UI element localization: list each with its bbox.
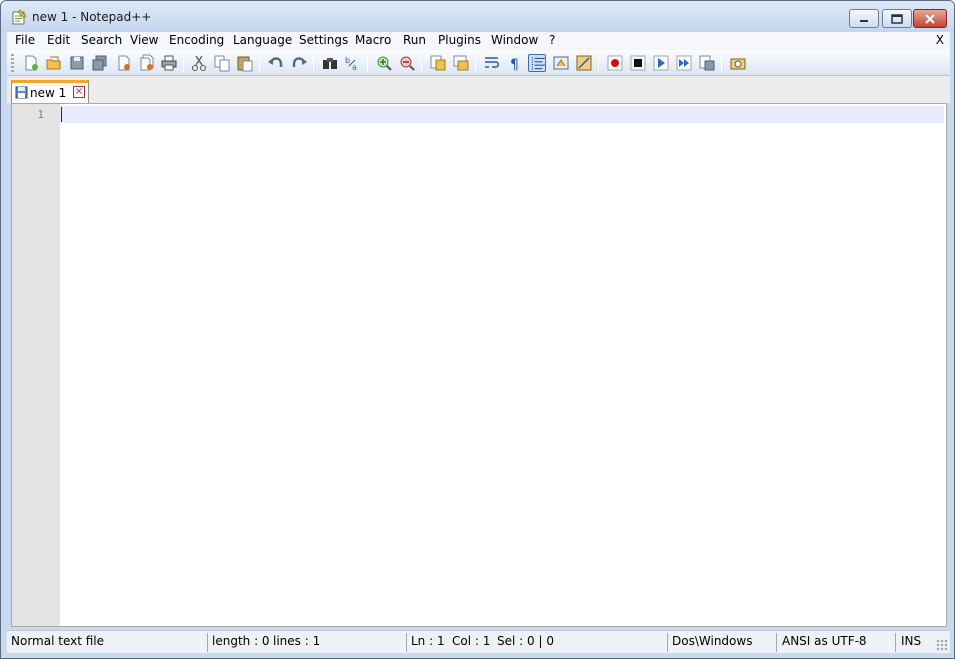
status-file-type: Normal text file	[11, 634, 105, 648]
toolbar: ba ¶	[7, 50, 950, 76]
toolbar-separator	[721, 54, 722, 72]
cut-icon[interactable]	[190, 54, 208, 72]
open-file-icon[interactable]	[45, 54, 63, 72]
close-x-icon	[925, 13, 935, 24]
play-macro-icon[interactable]	[652, 54, 670, 72]
status-insert-mode[interactable]: INS	[901, 634, 921, 648]
status-bar: Normal text file length : 0 lines : 1 Ln…	[7, 630, 950, 653]
paste-icon[interactable]	[236, 54, 254, 72]
window-title: new 1 - Notepad++	[32, 10, 152, 24]
close-document-button[interactable]: X	[936, 33, 944, 47]
menu-macro[interactable]: Macro	[355, 33, 391, 47]
spell-check-icon[interactable]	[729, 54, 747, 72]
toolbar-separator	[367, 54, 368, 72]
current-line-highlight	[60, 106, 944, 123]
menu-encoding[interactable]: Encoding	[169, 33, 224, 47]
toolbar-separator	[598, 54, 599, 72]
save-icon[interactable]	[68, 54, 86, 72]
svg-text:b: b	[345, 56, 350, 65]
status-encoding[interactable]: ANSI as UTF-8	[782, 634, 867, 648]
replace-icon[interactable]: ba	[344, 54, 362, 72]
tab-close-icon[interactable]: ×	[73, 86, 85, 98]
unsaved-file-icon	[15, 86, 28, 99]
toolbar-separator	[475, 54, 476, 72]
status-line: Ln : 1	[411, 634, 445, 648]
title-bar[interactable]: new 1 - Notepad++	[1, 1, 954, 32]
tab-bar: new 1 ×	[7, 76, 950, 103]
status-lines: lines : 1	[273, 634, 321, 648]
new-file-icon[interactable]	[22, 54, 40, 72]
print-icon[interactable]	[160, 54, 178, 72]
minimize-button[interactable]	[849, 9, 879, 28]
stop-macro-icon[interactable]	[629, 54, 647, 72]
user-language-icon[interactable]	[552, 54, 570, 72]
svg-text:¶: ¶	[510, 57, 519, 72]
menu-file[interactable]: File	[15, 33, 35, 47]
menu-view[interactable]: View	[130, 33, 158, 47]
toolbar-grip[interactable]	[11, 54, 14, 72]
resize-grip[interactable]	[936, 639, 948, 651]
window-close-button[interactable]	[913, 9, 947, 28]
text-caret	[61, 107, 62, 122]
status-divider	[667, 633, 668, 652]
line-number-gutter: 1	[12, 104, 60, 626]
menu-bar: File Edit Search View Encoding Language …	[7, 32, 950, 50]
doc-map-icon[interactable]	[575, 54, 593, 72]
menu-search[interactable]: Search	[81, 33, 122, 47]
indent-guide-icon[interactable]	[528, 54, 546, 72]
sync-vertical-icon[interactable]	[429, 54, 447, 72]
menu-help[interactable]: ?	[549, 33, 555, 47]
svg-text:a: a	[352, 63, 357, 72]
toolbar-separator	[183, 54, 184, 72]
maximize-icon	[891, 13, 903, 24]
menu-run[interactable]: Run	[403, 33, 426, 47]
tab-label: new 1	[30, 86, 67, 100]
record-macro-icon[interactable]	[606, 54, 624, 72]
save-all-icon[interactable]	[91, 54, 109, 72]
close-icon[interactable]	[115, 54, 133, 72]
menu-language[interactable]: Language	[233, 33, 292, 47]
find-icon[interactable]	[321, 54, 339, 72]
app-window: new 1 - Notepad++ File Edit Search View …	[0, 0, 955, 659]
menu-window[interactable]: Window	[491, 33, 538, 47]
save-macro-icon[interactable]	[698, 54, 716, 72]
status-divider	[776, 633, 777, 652]
maximize-button[interactable]	[882, 9, 912, 28]
undo-icon[interactable]	[267, 54, 285, 72]
status-length: length : 0	[212, 634, 270, 648]
play-multiple-macro-icon[interactable]	[675, 54, 693, 72]
status-column: Col : 1	[452, 634, 491, 648]
status-divider	[895, 633, 896, 652]
toolbar-separator	[313, 54, 314, 72]
sync-horizontal-icon[interactable]	[452, 54, 470, 72]
notepad-app-icon[interactable]	[11, 9, 27, 25]
line-number: 1	[37, 108, 44, 121]
menu-edit[interactable]: Edit	[47, 33, 70, 47]
menu-settings[interactable]: Settings	[299, 33, 348, 47]
status-divider	[406, 633, 407, 652]
text-editor[interactable]: 1	[11, 103, 947, 627]
redo-icon[interactable]	[290, 54, 308, 72]
toolbar-separator	[421, 54, 422, 72]
menu-plugins[interactable]: Plugins	[438, 33, 481, 47]
status-eol-format[interactable]: Dos\Windows	[672, 634, 752, 648]
status-selection: Sel : 0 | 0	[497, 634, 554, 648]
zoom-out-icon[interactable]	[398, 54, 416, 72]
zoom-in-icon[interactable]	[375, 54, 393, 72]
status-divider	[207, 633, 208, 652]
close-all-icon[interactable]	[138, 54, 156, 72]
tab-new-1[interactable]: new 1 ×	[11, 80, 89, 103]
toolbar-separator	[259, 54, 260, 72]
minimize-icon	[860, 19, 868, 22]
show-all-chars-icon[interactable]: ¶	[506, 54, 524, 72]
word-wrap-icon[interactable]	[483, 54, 501, 72]
copy-icon[interactable]	[213, 54, 231, 72]
